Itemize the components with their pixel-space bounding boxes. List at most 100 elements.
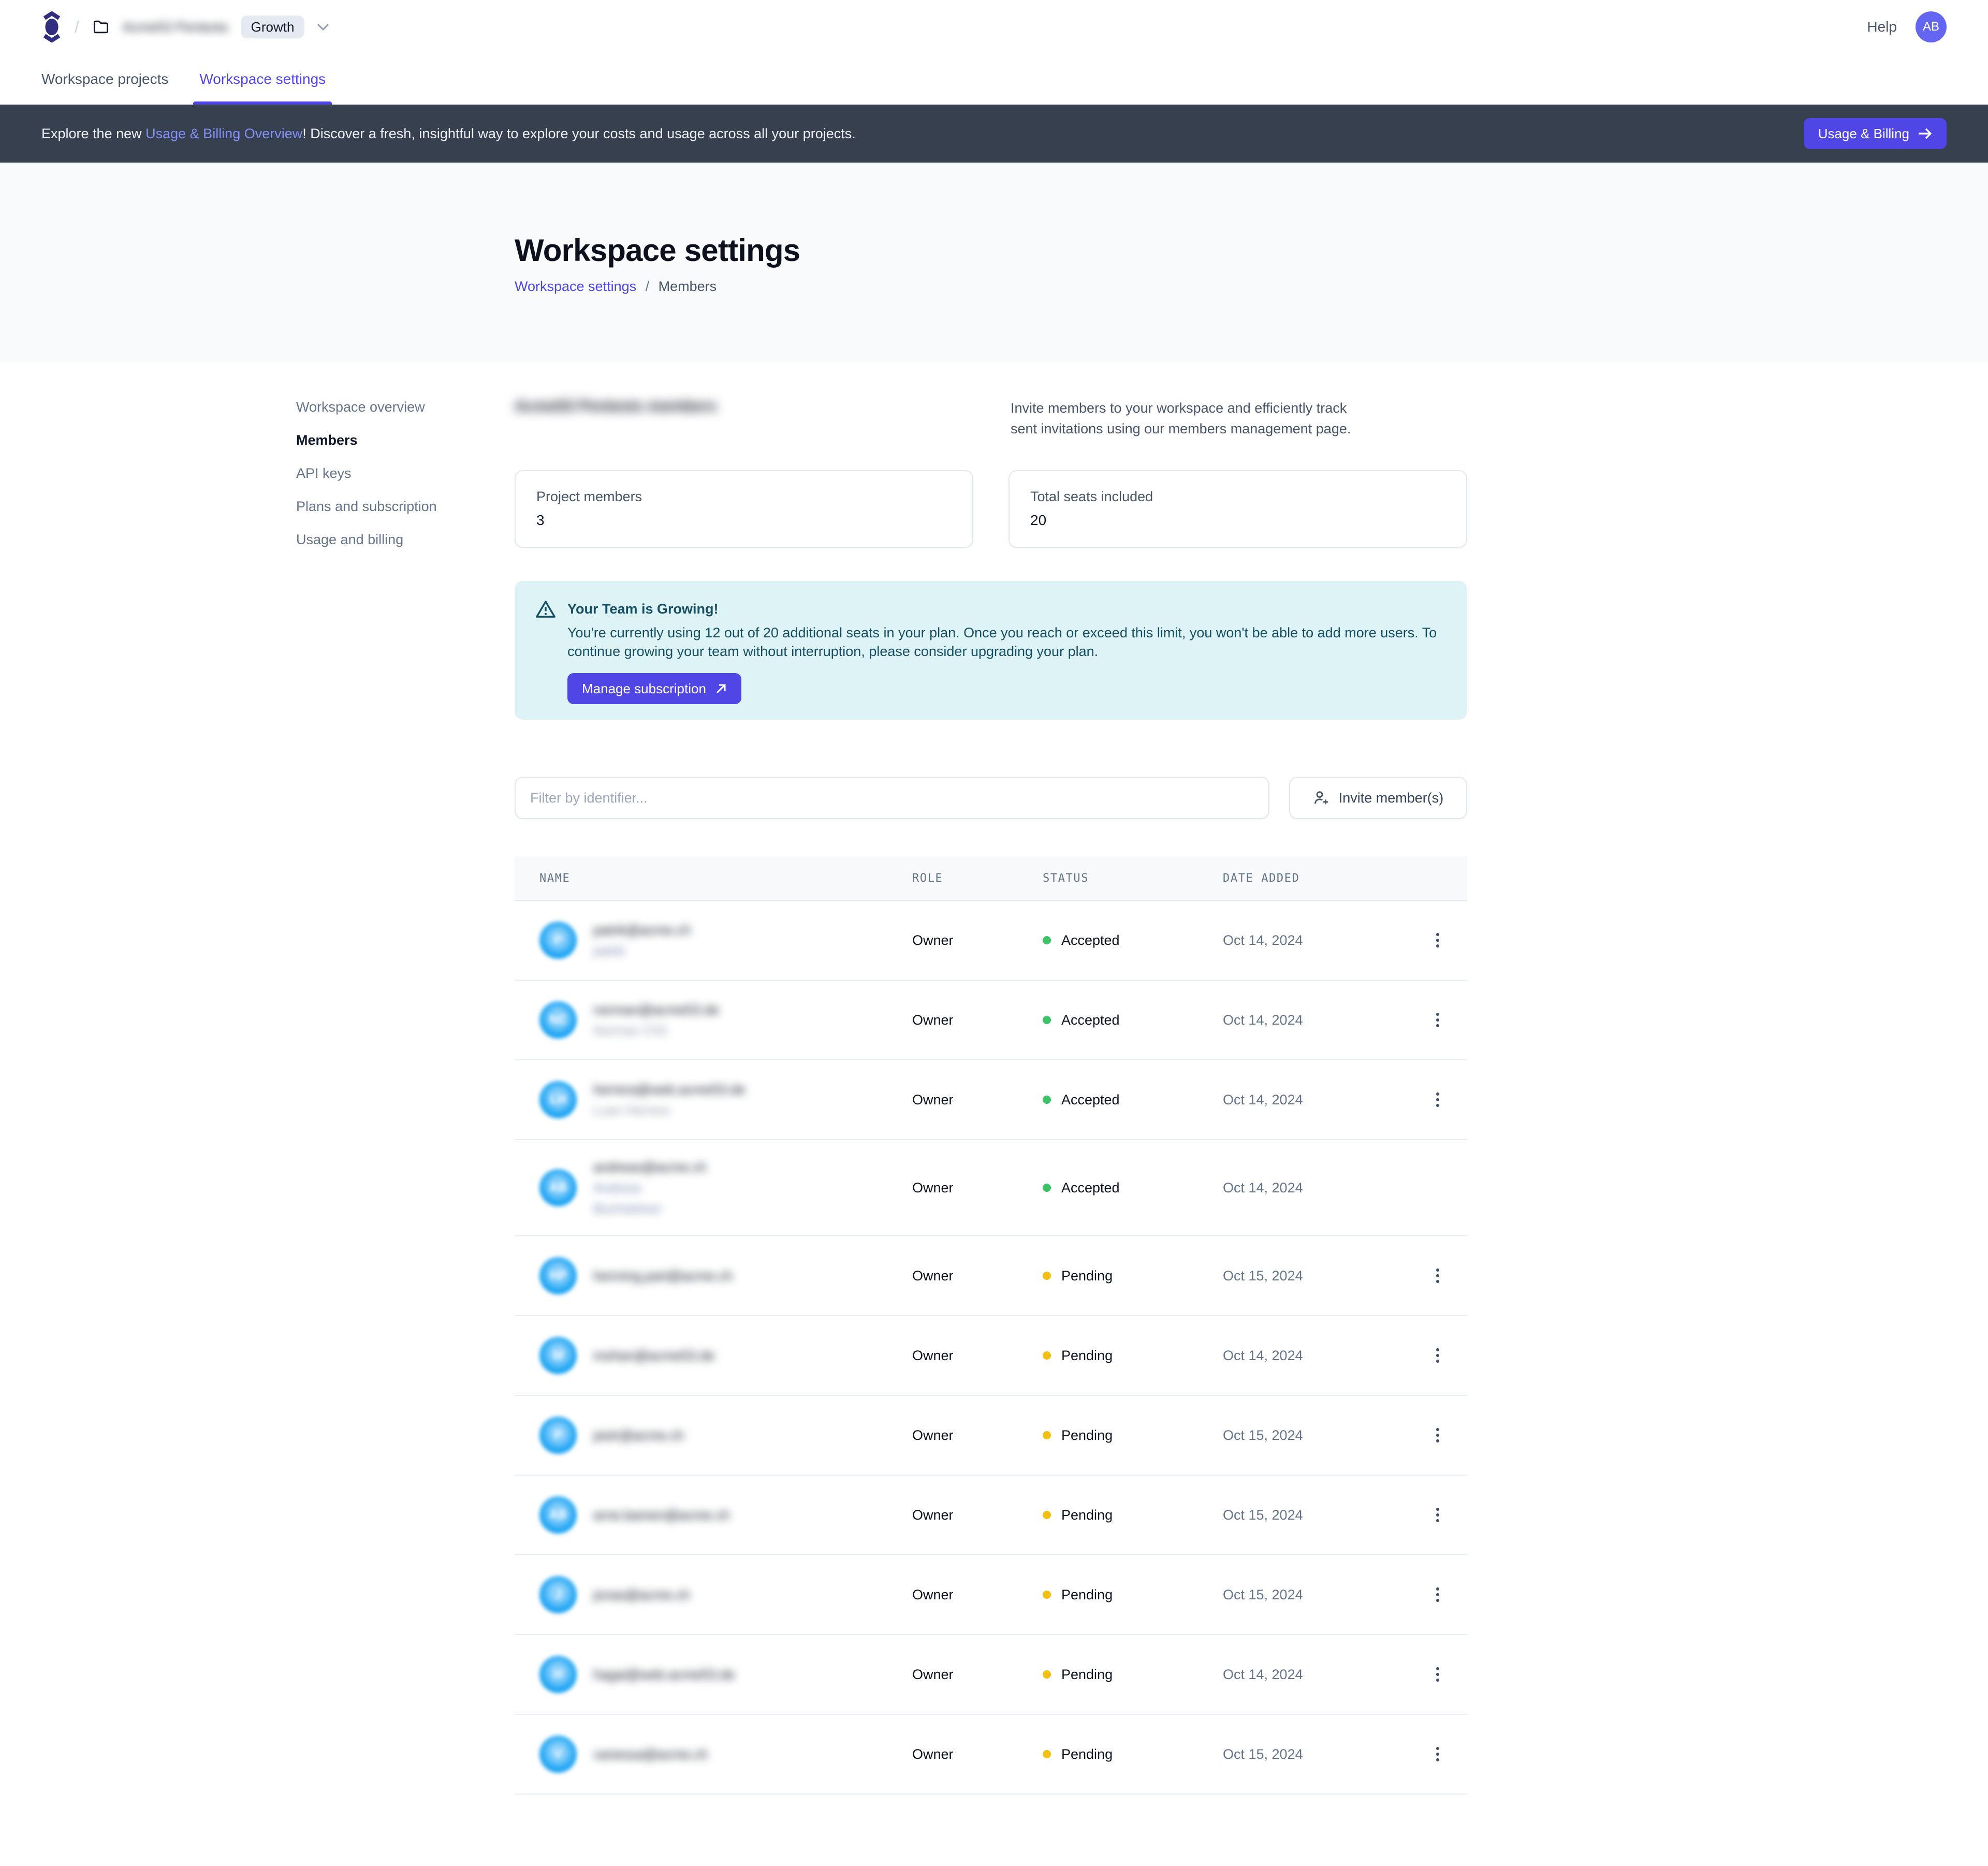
member-status: Accepted [1043,1012,1223,1028]
member-role: Owner [912,1012,1043,1028]
member-date-added: Oct 15, 2024 [1223,1587,1430,1603]
environment-badge[interactable]: Growth [241,16,305,38]
row-menu-button[interactable] [1430,1581,1445,1608]
status-dot-icon [1043,1016,1051,1024]
status-dot-icon [1043,1670,1051,1679]
sidebar-item-workspace-overview[interactable]: Workspace overview [296,398,493,416]
member-role: Owner [912,1587,1043,1603]
tab-workspace-settings[interactable]: Workspace settings [199,54,326,105]
member-sub-label: Buchsteiner [593,1201,707,1217]
member-email: vanessa@acme.ch [593,1745,708,1763]
member-status: Pending [1043,1427,1223,1444]
member-name-cell: LH herrera@web.acme53.de Luan Herrera [539,1068,912,1131]
member-avatar: HP [539,1257,577,1294]
workspace-tabs: Workspace projects Workspace settings [0,54,1988,105]
member-name-cell: J jonas@acme.ch [539,1564,912,1626]
stat-value: 20 [1030,512,1445,529]
member-avatar: AB [539,1169,577,1206]
row-menu-button[interactable] [1430,1007,1445,1033]
banner-text: Explore the new Usage & Billing Overview… [41,126,856,142]
members-description-text: Invite members to your workspace and eff… [1011,398,1363,439]
table-row: AB arne.bamen@acme.ch Owner Pending Oct … [515,1476,1467,1555]
member-email: norman@acme53.de [593,1001,719,1018]
table-row: J jonas@acme.ch Owner Pending Oct 15, 20… [515,1555,1467,1635]
member-role: Owner [912,1092,1043,1108]
row-menu-button[interactable] [1430,1422,1445,1449]
chevron-down-icon[interactable] [317,23,329,31]
table-row: LH herrera@web.acme53.de Luan Herrera Ow… [515,1060,1467,1140]
table-row: P piotr@acme.ch Owner Pending Oct 15, 20… [515,1396,1467,1476]
member-date-added: Oct 14, 2024 [1223,932,1430,949]
sidebar-item-api-keys[interactable]: API keys [296,464,493,483]
members-table: NAME ROLE STATUS DATE ADDED P patrik@acm… [515,856,1467,1795]
sidebar-item-plans-subscription[interactable]: Plans and subscription [296,497,493,516]
stat-card-total-seats: Total seats included 20 [1008,470,1467,548]
member-sub-label: patrik [593,943,691,959]
org-name: Acme53 Pentests [123,19,228,35]
manage-subscription-button[interactable]: Manage subscription [567,673,741,704]
row-menu-button[interactable] [1430,1262,1445,1289]
member-avatar: J [539,1576,577,1613]
member-sub-label: Norman C53 [593,1023,719,1039]
member-role: Owner [912,1427,1043,1444]
status-dot-icon [1043,1184,1051,1192]
tab-workspace-projects[interactable]: Workspace projects [41,54,168,105]
top-header: / Acme53 Pentests Growth Help AB [0,0,1988,54]
user-avatar[interactable]: AB [1916,11,1947,42]
usage-billing-overview-link[interactable]: Usage & Billing Overview [145,126,302,141]
app-logo-icon[interactable] [41,11,62,42]
member-status: Accepted [1043,1092,1223,1108]
member-role: Owner [912,932,1043,949]
members-section-title: Acme53 Pentests members [515,398,717,439]
stat-label: Total seats included [1030,489,1445,505]
member-status: Pending [1043,1507,1223,1523]
usage-billing-button-label: Usage & Billing [1818,126,1909,142]
arrow-right-icon [1918,126,1932,141]
alert-title: Your Team is Growing! [567,600,719,618]
column-header-date-added: DATE ADDED [1223,872,1430,885]
settings-side-nav: Workspace overview Members API keys Plan… [296,398,493,549]
help-link[interactable]: Help [1867,19,1897,35]
member-date-added: Oct 14, 2024 [1223,1012,1430,1028]
row-menu-button[interactable] [1430,1741,1445,1768]
stat-label: Project members [536,489,952,505]
member-avatar: M [539,1337,577,1374]
page-title: Workspace settings [515,233,1988,268]
row-menu-button[interactable] [1430,1342,1445,1369]
breadcrumb-workspace-settings-link[interactable]: Workspace settings [515,279,636,294]
usage-billing-button[interactable]: Usage & Billing [1804,118,1947,149]
row-menu-button[interactable] [1430,1661,1445,1688]
member-status: Pending [1043,1746,1223,1762]
member-name-cell: V vanessa@acme.ch [539,1723,912,1785]
user-plus-icon [1313,790,1329,806]
sidebar-item-members[interactable]: Members [296,431,493,449]
member-name-cell: AB andreas@acme.ch AndreasBuchsteiner [539,1146,912,1230]
sidebar-item-usage-billing[interactable]: Usage and billing [296,530,493,549]
member-status: Pending [1043,1667,1223,1683]
member-name-cell: P patrik@acme.ch patrik [539,909,912,972]
member-avatar: V [539,1736,577,1773]
member-email: mohan@acme53.de [593,1347,715,1364]
table-row: NC norman@acme53.de Norman C53 Owner Acc… [515,981,1467,1060]
status-dot-icon [1043,936,1051,944]
member-avatar: NC [539,1001,577,1039]
column-header-status: STATUS [1043,872,1223,885]
member-role: Owner [912,1746,1043,1762]
row-menu-button[interactable] [1430,1086,1445,1113]
member-stats: Project members 3 Total seats included 2… [515,470,1467,548]
column-header-name: NAME [539,872,912,885]
status-label: Pending [1061,1746,1113,1762]
member-date-added: Oct 15, 2024 [1223,1746,1430,1762]
row-menu-button[interactable] [1430,927,1445,954]
invite-members-button[interactable]: Invite member(s) [1289,777,1467,819]
page-title-section: Workspace settings Workspace settings / … [0,163,1988,362]
member-email: jonas@acme.ch [593,1586,690,1603]
member-role: Owner [912,1348,1043,1364]
member-sub-label: Andreas [593,1180,707,1197]
filter-input[interactable] [515,777,1269,819]
member-email: hagai@web.acme53.de [593,1666,735,1683]
member-date-added: Oct 14, 2024 [1223,1092,1430,1108]
member-name-cell: HP henning.part@acme.ch [539,1245,912,1307]
table-row: M mohan@acme53.de Owner Pending Oct 14, … [515,1316,1467,1396]
row-menu-button[interactable] [1430,1501,1445,1528]
